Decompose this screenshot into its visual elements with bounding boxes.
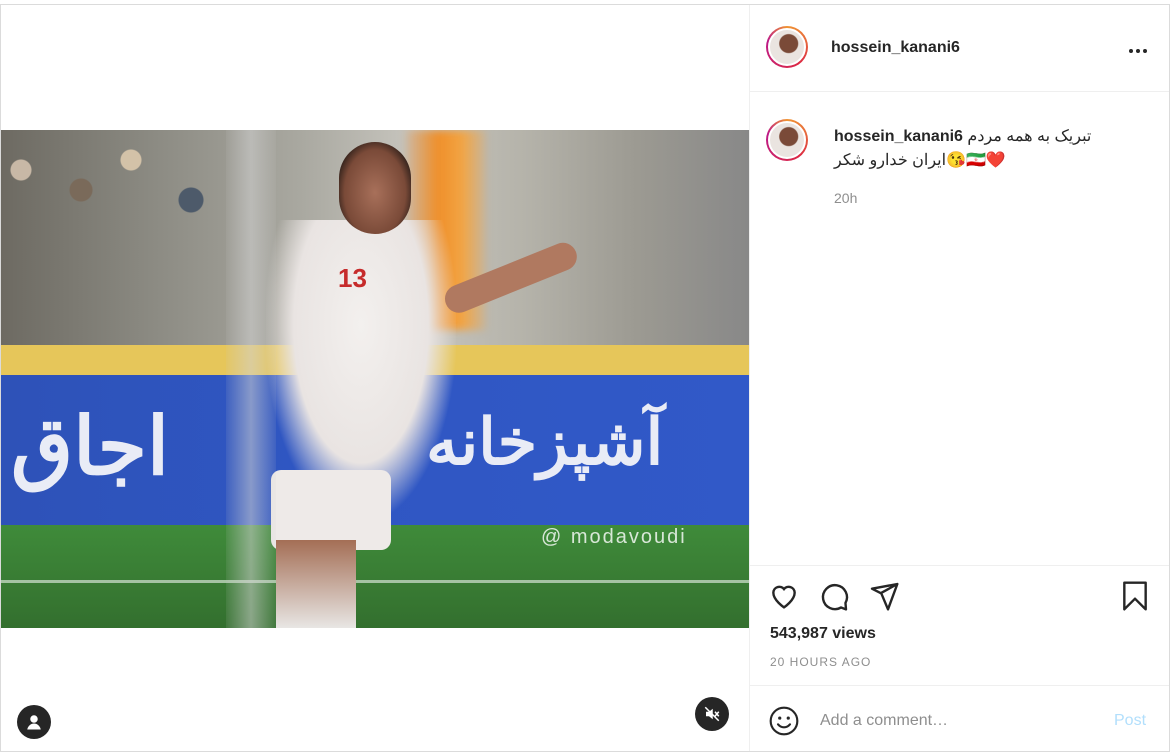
comment-input[interactable]: [818, 706, 1092, 736]
goal-post: [226, 130, 276, 628]
media-panel: اجاق آشپزخانه 13 @ modavoudi: [1, 5, 750, 751]
post-header: hossein_kanani6: [750, 5, 1169, 92]
caption: hossein_kanani6 تبریک به همه مردم ایران …: [834, 125, 1154, 173]
avatar-image: [768, 121, 806, 159]
ad-text-left: اجاق: [11, 402, 170, 491]
caption-line-2: ایران خدارو شکر😘🇮🇷❤️: [834, 152, 1006, 169]
pitch-line: [1, 580, 749, 583]
post-comment-button[interactable]: Post: [1114, 712, 1146, 730]
heart-icon[interactable]: [768, 580, 800, 612]
header-username[interactable]: hossein_kanani6: [831, 39, 960, 57]
comment-form: Post: [750, 685, 1169, 752]
caption-avatar[interactable]: [766, 119, 808, 161]
player-shorts: [271, 470, 391, 550]
view-count[interactable]: 543,987 views: [770, 625, 876, 643]
video-watermark: @ modavoudi: [541, 526, 687, 548]
more-options-icon[interactable]: [1128, 41, 1148, 55]
post-date[interactable]: 20 HOURS AGO: [770, 655, 871, 669]
speaker-muted-icon[interactable]: [695, 697, 729, 731]
bookmark-icon[interactable]: [1119, 580, 1151, 612]
comment-icon[interactable]: [818, 580, 850, 612]
avatar[interactable]: [766, 26, 808, 68]
player-head: [339, 142, 411, 234]
emoji-icon[interactable]: [768, 705, 800, 737]
avatar-image: [768, 28, 806, 66]
caption-line-1: تبریک به همه مردم: [967, 128, 1092, 145]
post-modal: اجاق آشپزخانه 13 @ modavoudi hossein_kan…: [0, 4, 1170, 752]
user-tag-icon[interactable]: [17, 705, 51, 739]
caption-username[interactable]: hossein_kanani6: [834, 128, 963, 145]
post-video[interactable]: اجاق آشپزخانه 13 @ modavoudi: [1, 130, 749, 628]
ad-text-right: آشپزخانه: [426, 406, 664, 478]
jersey-number: 13: [338, 263, 367, 293]
caption-timestamp[interactable]: 20h: [834, 190, 857, 206]
share-icon[interactable]: [868, 580, 900, 612]
player-legs: [276, 540, 356, 628]
post-sidebar: hossein_kanani6 hossein_kanani6 تبریک به…: [750, 5, 1169, 751]
